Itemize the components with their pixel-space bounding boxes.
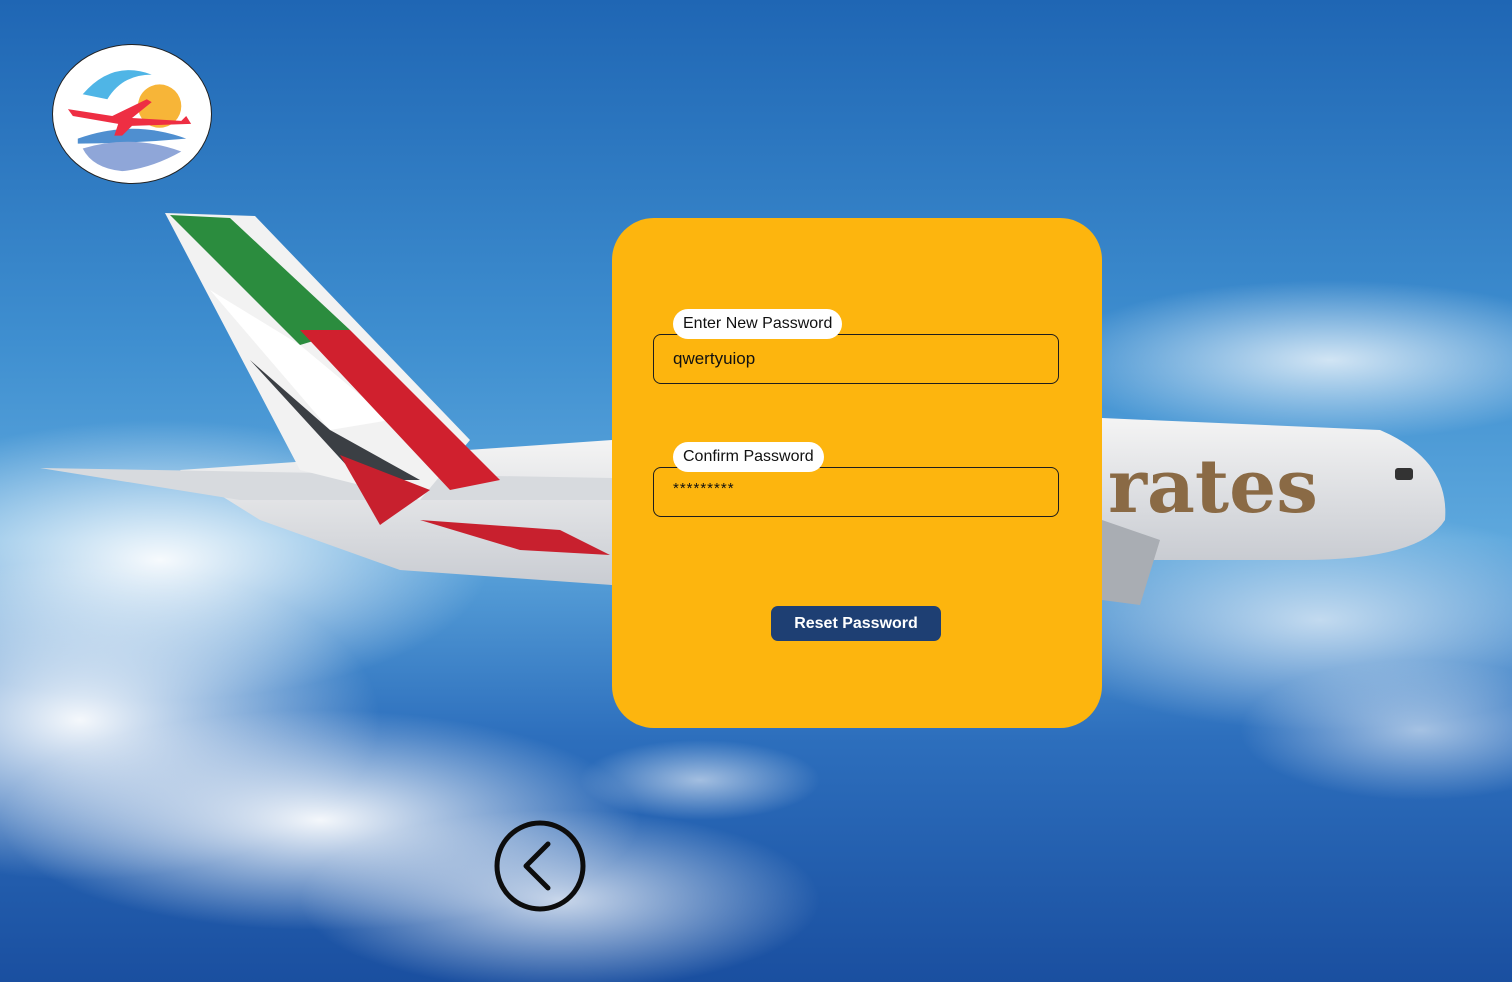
airline-logo-icon	[67, 70, 192, 172]
new-password-label: Enter New Password	[673, 309, 843, 339]
reset-password-card: Enter New Password Confirm Password Rese…	[612, 218, 1102, 728]
aircraft-livery-text: rates	[1108, 444, 1318, 530]
confirm-password-label: Confirm Password	[673, 442, 824, 472]
airline-logo[interactable]	[52, 44, 212, 184]
reset-password-button[interactable]: Reset Password	[771, 606, 941, 641]
new-password-input[interactable]	[673, 334, 1043, 384]
new-password-field: Enter New Password	[653, 309, 1059, 384]
confirm-password-field: Confirm Password	[653, 442, 1059, 517]
chevron-left-circle-icon	[494, 820, 586, 912]
back-button[interactable]	[494, 820, 586, 912]
